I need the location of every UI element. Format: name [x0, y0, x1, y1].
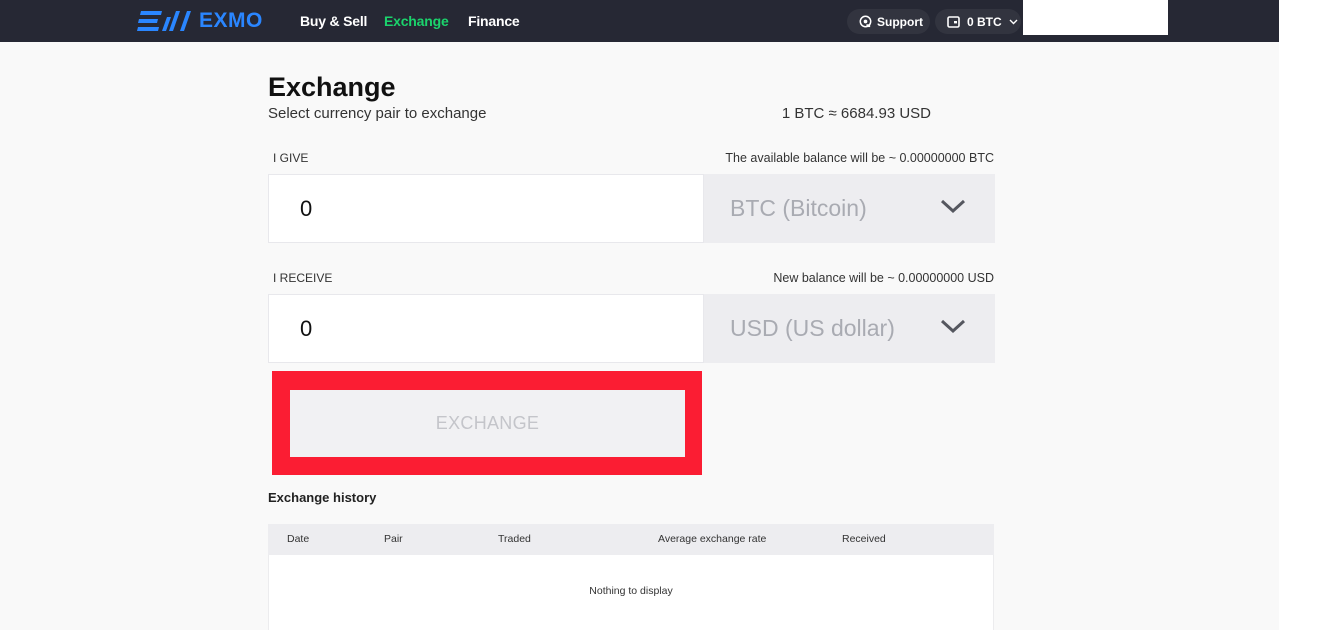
- wallet-balance-dropdown[interactable]: 0 BTC: [935, 9, 1021, 34]
- exchange-button[interactable]: EXCHANGE: [290, 390, 685, 457]
- give-balance-note: The available balance will be ~ 0.000000…: [725, 151, 994, 165]
- exmo-logo-icon: [137, 11, 191, 31]
- support-button[interactable]: Support: [847, 9, 930, 34]
- receive-currency-select[interactable]: USD (US dollar): [704, 294, 995, 363]
- support-icon: [859, 15, 872, 28]
- receive-balance-note: New balance will be ~ 0.00000000 USD: [773, 271, 994, 285]
- chevron-down-icon: [1009, 19, 1018, 24]
- exmo-logo[interactable]: EXMO: [137, 8, 263, 34]
- nav-buy-sell[interactable]: Buy & Sell: [300, 13, 367, 29]
- receive-currency-value: USD (US dollar): [730, 315, 895, 341]
- app-window: EXMO Buy & Sell Exchange Finance Support…: [0, 0, 1279, 630]
- logo-text: EXMO: [199, 9, 263, 32]
- give-label: I GIVE: [273, 151, 309, 165]
- history-table-header: Date Pair Traded Average exchange rate R…: [268, 524, 994, 555]
- give-currency-select[interactable]: BTC (Bitcoin): [704, 174, 995, 243]
- chevron-down-icon: [940, 319, 966, 334]
- receive-amount-input[interactable]: [268, 294, 704, 363]
- give-currency-value: BTC (Bitcoin): [730, 195, 867, 221]
- give-amount-input[interactable]: [268, 174, 704, 243]
- receive-label: I RECEIVE: [273, 271, 333, 285]
- history-title: Exchange history: [268, 490, 377, 505]
- column-traded: Traded: [498, 533, 531, 545]
- account-area[interactable]: [1023, 0, 1168, 35]
- nav-finance[interactable]: Finance: [468, 13, 520, 29]
- wallet-icon: [947, 15, 960, 28]
- nav-exchange[interactable]: Exchange: [384, 13, 449, 29]
- wallet-label: 0 BTC: [967, 14, 1002, 29]
- column-received: Received: [842, 533, 886, 545]
- column-pair: Pair: [384, 533, 403, 545]
- column-average-rate: Average exchange rate: [658, 533, 767, 545]
- support-label: Support: [877, 14, 923, 29]
- top-navigation-bar: EXMO Buy & Sell Exchange Finance Support…: [0, 0, 1279, 42]
- page-subtitle: Select currency pair to exchange: [268, 105, 487, 122]
- chevron-down-icon: [940, 199, 966, 214]
- exchange-rate: 1 BTC ≈ 6684.93 USD: [781, 105, 931, 122]
- history-table-body: Nothing to display: [268, 555, 994, 630]
- column-date: Date: [287, 533, 310, 545]
- page-title: Exchange: [268, 72, 396, 102]
- empty-state-text: Nothing to display: [589, 585, 673, 597]
